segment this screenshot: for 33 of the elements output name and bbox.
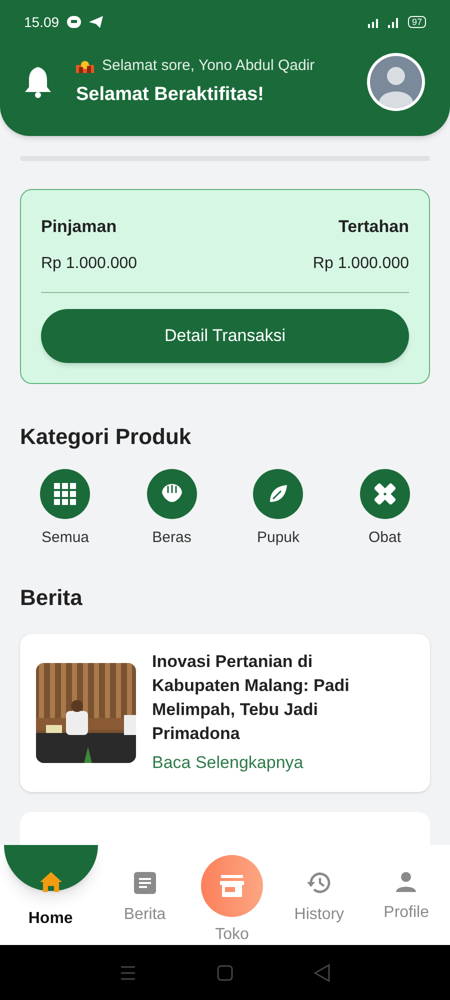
- home-icon: [38, 871, 63, 893]
- read-more-link[interactable]: Baca Selengkapnya: [152, 750, 377, 776]
- detail-button[interactable]: Detail Transaksi: [41, 308, 409, 362]
- menu-icon[interactable]: [120, 966, 136, 980]
- section-title: Kategori Produk: [20, 422, 192, 451]
- history-icon: [306, 871, 332, 895]
- store-icon: [218, 874, 245, 898]
- status-time: 15.09: [24, 12, 60, 32]
- person-icon: [395, 871, 418, 893]
- back-icon[interactable]: [314, 964, 330, 982]
- send-icon: [89, 16, 104, 28]
- bell-icon: [24, 66, 52, 98]
- news-title: Inovasi Pertanian di Kabupaten Malang: Padi Melimpah, Tebu Jadi Primadona: [152, 651, 350, 745]
- loan-label: Pinjaman: [41, 216, 117, 238]
- avatar[interactable]: [366, 52, 426, 112]
- nav-tab[interactable]: Home: [4, 845, 98, 931]
- held-label: Tertahan: [338, 216, 409, 238]
- chat-icon: [67, 16, 82, 28]
- news-card[interactable]: Inovasi Pertanian di Kabupaten Malang: Padi Melimpah, Tebu Jadi Primadona Baca Selengkapnya: [20, 634, 430, 792]
- held-amount: Rp 1.000.000: [312, 254, 409, 274]
- category-button[interactable]: Beras: [132, 468, 212, 549]
- category-button[interactable]: Obat: [344, 468, 425, 549]
- home-button-icon[interactable]: [216, 964, 233, 980]
- greeting-text: Selamat sore, Yono Abdul Qadir: [102, 56, 315, 76]
- battery-indicator: 97: [408, 16, 426, 28]
- section-title: Berita: [20, 584, 84, 612]
- document-icon: [132, 871, 157, 895]
- sunset-icon: [76, 58, 94, 73]
- grid-icon: [54, 482, 76, 504]
- category-button[interactable]: Pupuk: [238, 468, 318, 549]
- category-button[interactable]: Semua: [25, 468, 106, 549]
- loan-amount: Rp 1.000.000: [41, 254, 138, 274]
- header-title: Selamat Beraktifitas!: [76, 83, 265, 107]
